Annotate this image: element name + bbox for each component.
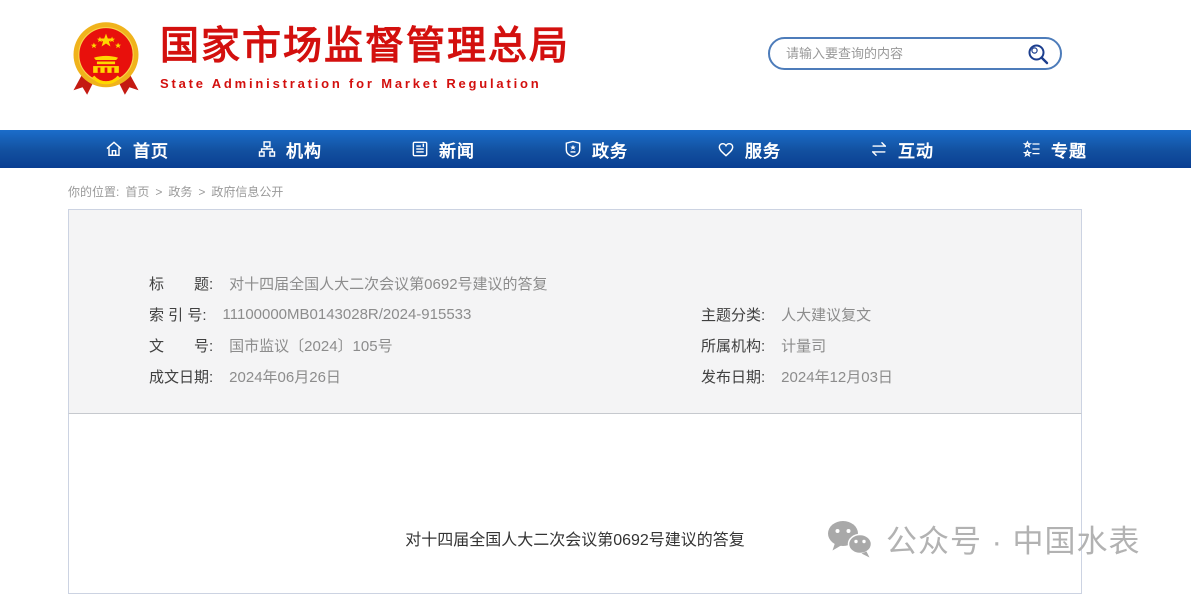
- nav-label: 政务: [592, 137, 628, 162]
- meta-row: 索 引 号: 11100000MB0143028R/2024-915533 主题…: [69, 299, 1081, 330]
- service-heart-icon: [716, 139, 736, 159]
- meta-value-written-date: 2024年06月26日: [229, 366, 341, 387]
- gov-icon: [563, 139, 583, 159]
- meta-value-title: 对十四届全国人大二次会议第0692号建议的答复: [229, 273, 547, 294]
- nav-label: 专题: [1051, 137, 1087, 162]
- site-header: 国家市场监督管理总局 State Administration for Mark…: [0, 0, 1191, 130]
- nav-label: 机构: [286, 137, 322, 162]
- meta-value-index-number: 11100000MB0143028R/2024-915533: [223, 306, 472, 323]
- topics-stars-icon: [1022, 139, 1042, 159]
- national-emblem-icon: [72, 19, 140, 98]
- nav-item-gov[interactable]: 政务: [563, 137, 628, 162]
- nav-item-news[interactable]: 新闻: [410, 137, 475, 162]
- site-title: 国家市场监督管理总局: [160, 26, 570, 69]
- breadcrumb: 你的位置: 首页 > 政务 > 政府信息公开: [68, 183, 283, 200]
- meta-row: 文 号: 国市监议〔2024〕105号 所属机构: 计量司: [69, 330, 1081, 361]
- nav-label: 互动: [898, 137, 934, 162]
- meta-label-written-date: 成文日期:: [149, 366, 213, 387]
- meta-label-publish-date: 发布日期:: [701, 366, 765, 387]
- meta-value-doc-number: 国市监议〔2024〕105号: [229, 335, 392, 356]
- meta-value-publish-date: 2024年12月03日: [781, 366, 893, 387]
- home-icon: [104, 139, 124, 159]
- meta-row-title: 标 题: 对十四届全国人大二次会议第0692号建议的答复: [69, 268, 1081, 299]
- nav-label: 首页: [133, 137, 169, 162]
- meta-cell: 发布日期: 2024年12月03日: [701, 366, 893, 387]
- breadcrumb-separator: >: [155, 185, 162, 199]
- meta-value-topic-category: 人大建议复文: [781, 304, 871, 325]
- meta-value-issuing-org: 计量司: [781, 335, 826, 356]
- nav-label: 新闻: [439, 137, 475, 162]
- meta-label-issuing-org: 所属机构:: [701, 335, 765, 356]
- nav-item-home[interactable]: 首页: [104, 137, 169, 162]
- meta-label-topic-category: 主题分类:: [701, 304, 765, 325]
- org-icon: [257, 139, 277, 159]
- breadcrumb-info-disclosure[interactable]: 政府信息公开: [211, 183, 283, 200]
- interact-arrows-icon: [869, 139, 889, 159]
- meta-label-index-number: 索 引 号:: [149, 304, 207, 325]
- search-input[interactable]: [770, 46, 1026, 61]
- meta-cell: 成文日期: 2024年06月26日: [149, 366, 701, 387]
- document-content-box: 对十四届全国人大二次会议第0692号建议的答复: [68, 414, 1082, 594]
- site-titles: 国家市场监督管理总局 State Administration for Mark…: [160, 26, 570, 91]
- meta-cell: 文 号: 国市监议〔2024〕105号: [149, 335, 701, 356]
- breadcrumb-gov[interactable]: 政务: [168, 183, 192, 200]
- meta-label-doc-number: 文 号:: [149, 335, 213, 356]
- meta-row: 成文日期: 2024年06月26日 发布日期: 2024年12月03日: [69, 361, 1081, 392]
- nav-item-interact[interactable]: 互动: [869, 137, 934, 162]
- main-nav: 首页 机构 新闻 政务 服务: [0, 130, 1191, 168]
- nav-item-service[interactable]: 服务: [716, 137, 781, 162]
- breadcrumb-separator: >: [198, 185, 205, 199]
- document-meta-box: 标 题: 对十四届全国人大二次会议第0692号建议的答复 索 引 号: 1110…: [68, 209, 1082, 414]
- meta-label-title: 标 题:: [149, 273, 213, 294]
- meta-cell: 主题分类: 人大建议复文: [701, 304, 871, 325]
- meta-cell: 标 题: 对十四届全国人大二次会议第0692号建议的答复: [149, 273, 548, 294]
- breadcrumb-home[interactable]: 首页: [125, 183, 149, 200]
- nav-item-topics[interactable]: 专题: [1022, 137, 1087, 162]
- document-title: 对十四届全国人大二次会议第0692号建议的答复: [69, 526, 1081, 550]
- site-subtitle: State Administration for Market Regulati…: [160, 76, 570, 91]
- nav-label: 服务: [745, 137, 781, 162]
- nav-item-org[interactable]: 机构: [257, 137, 322, 162]
- breadcrumb-prefix: 你的位置:: [68, 183, 119, 200]
- meta-cell: 索 引 号: 11100000MB0143028R/2024-915533: [149, 304, 701, 325]
- search-icon[interactable]: [1026, 42, 1050, 66]
- search-box[interactable]: [768, 37, 1062, 70]
- meta-cell: 所属机构: 计量司: [701, 335, 826, 356]
- news-icon: [410, 139, 430, 159]
- national-emblem-logo: [72, 19, 140, 98]
